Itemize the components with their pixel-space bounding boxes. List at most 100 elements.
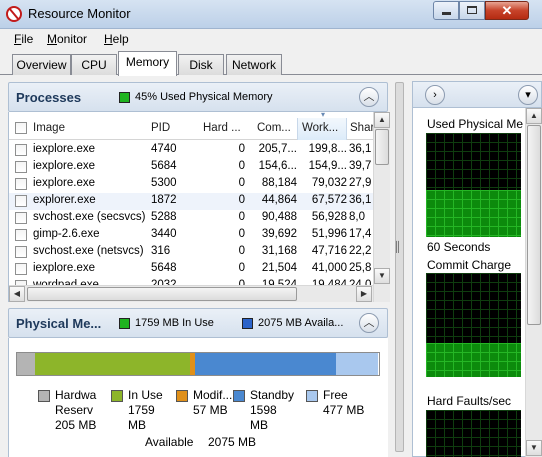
table-row[interactable]: iexplore.exe 5648 0 21,504 41,000 25,8 — [9, 261, 373, 278]
scroll-right-button[interactable]: ▶ — [356, 286, 372, 302]
scroll-thumb[interactable] — [375, 129, 389, 165]
physical-memory-header[interactable]: Physical Me... 1759 MB In Use 2075 MB Av… — [8, 308, 388, 338]
legend-entry: Standby 1598 MB — [250, 388, 304, 433]
graphs-scroll-up-button[interactable]: ▲ — [526, 108, 542, 124]
hard-faults-label: Hard Faults/sec — [427, 394, 512, 408]
row-checkbox[interactable] — [15, 195, 27, 207]
left-panel: Processes 45% Used Physical Memory ︿ Ima… — [8, 82, 390, 457]
commit-charge-fill — [426, 342, 521, 377]
sort-descending-icon: ▾ — [321, 110, 326, 119]
available-row-value: 2075 MB — [208, 435, 257, 449]
graphs-scrollbar[interactable]: ▲ ▼ — [525, 108, 542, 457]
column-working-set[interactable]: Work... — [297, 118, 347, 140]
shareable-cell: 36,1 — [349, 143, 372, 155]
horizontal-scroll-thumb[interactable] — [27, 287, 297, 301]
pid-cell: 3440 — [151, 228, 177, 240]
table-row[interactable]: gimp-2.6.exe 3440 0 39,692 51,996 17,4 — [9, 227, 373, 244]
close-button[interactable]: ✕ — [485, 1, 529, 20]
chevron-down-icon: ▾ — [525, 89, 531, 101]
maximize-button[interactable] — [459, 1, 485, 20]
tab-cpu[interactable]: CPU — [71, 54, 117, 75]
shareable-cell: 22,2 — [349, 245, 372, 257]
column-commit[interactable]: Com... — [257, 122, 297, 134]
image-cell: svchost.exe (netsvcs) — [33, 245, 144, 257]
processes-vertical-scrollbar[interactable]: ▲ ▼ — [373, 112, 390, 302]
minimize-button[interactable] — [433, 1, 459, 20]
collapse-processes-button[interactable]: ︿ — [359, 87, 379, 107]
collapse-physical-memory-button[interactable]: ︿ — [359, 313, 379, 333]
expand-views-button[interactable]: › — [425, 85, 445, 105]
in-use-label: 1759 MB In Use — [135, 317, 214, 329]
working-set-cell: 79,032 — [311, 177, 347, 189]
column-shareable[interactable]: Shar — [350, 122, 373, 134]
commit-charge-graph — [426, 273, 521, 377]
row-checkbox[interactable] — [15, 144, 27, 156]
legend-line: In Use — [128, 388, 163, 402]
table-row[interactable]: iexplore.exe 5300 0 88,184 79,032 27,9 — [9, 176, 373, 193]
tab-disk[interactable]: Disk — [178, 54, 224, 75]
legend-swatch — [306, 390, 318, 402]
memory-bar-segment-hardware-reserved — [17, 353, 35, 375]
row-checkbox[interactable] — [15, 263, 27, 275]
legend-swatch — [233, 390, 245, 402]
shareable-cell: 27,9 — [349, 177, 372, 189]
menu-monitor[interactable]: Monitor — [47, 32, 87, 46]
graphs-scroll-down-button[interactable]: ▼ — [526, 440, 542, 456]
table-row[interactable]: svchost.exe (netsvcs) 316 0 31,168 47,716 22,… — [9, 244, 373, 261]
table-row[interactable]: iexplore.exe 5684 0 154,6... 154,9... 39,7 — [9, 159, 373, 176]
processes-table: Image PID Hard ... Com... Work... Shar ▾… — [8, 110, 390, 302]
column-image[interactable]: Image — [33, 122, 143, 134]
table-header: Image PID Hard ... Com... Work... Shar — [9, 118, 373, 140]
scroll-up-button[interactable]: ▲ — [374, 112, 390, 128]
column-hard-faults[interactable]: Hard ... — [203, 122, 247, 134]
graphs-scroll-thumb[interactable] — [527, 125, 541, 325]
commit-cell: 205,7... — [258, 143, 297, 155]
scroll-down-button[interactable]: ▼ — [374, 268, 390, 284]
title-bar: Resource Monitor ✕ — [0, 0, 542, 29]
hard-faults-cell: 0 — [238, 211, 245, 223]
legend-swatch — [176, 390, 188, 402]
menu-file[interactable]: File — [14, 32, 33, 46]
image-cell: iexplore.exe — [33, 143, 96, 155]
select-all-checkbox[interactable] — [15, 122, 27, 134]
in-use-swatch — [119, 318, 130, 329]
process-rows: iexplore.exe 4740 0 205,7... 199,8... 36,1 iex… — [9, 142, 373, 292]
shareable-cell: 17,4 — [349, 228, 372, 240]
used-physical-memory-graph — [426, 133, 521, 237]
tab-network[interactable]: Network — [226, 54, 282, 75]
working-set-cell: 199,8... — [308, 143, 347, 155]
processes-header[interactable]: Processes 45% Used Physical Memory ︿ — [8, 82, 388, 112]
table-row[interactable]: explorer.exe 1872 0 44,864 67,572 36,1 — [9, 193, 373, 210]
row-checkbox[interactable] — [15, 229, 27, 241]
menu-bar: File Monitor Help — [0, 29, 542, 49]
row-checkbox[interactable] — [15, 178, 27, 190]
graphs-header: › ▾ — [413, 82, 541, 108]
row-checkbox[interactable] — [15, 161, 27, 173]
used-memory-swatch — [119, 92, 130, 103]
commit-charge-label: Commit Charge — [427, 258, 512, 272]
legend-line: 1759 — [128, 403, 155, 417]
processes-horizontal-scrollbar[interactable]: ◀ ▶ — [9, 285, 373, 302]
hard-faults-cell: 0 — [238, 194, 245, 206]
table-row[interactable]: iexplore.exe 4740 0 205,7... 199,8... 36,1 — [9, 142, 373, 159]
memory-usage-bar — [16, 352, 380, 376]
views-menu-button[interactable]: ▾ — [518, 85, 538, 105]
tab-memory[interactable]: Memory — [118, 51, 177, 76]
legend-line: 205 MB — [55, 418, 97, 432]
pid-cell: 5288 — [151, 211, 177, 223]
row-checkbox[interactable] — [15, 246, 27, 258]
available-row-label: Available — [145, 435, 194, 449]
menu-help[interactable]: Help — [104, 32, 129, 46]
tab-overview[interactable]: Overview — [12, 54, 71, 75]
row-checkbox[interactable] — [15, 212, 27, 224]
scroll-left-button[interactable]: ◀ — [9, 286, 25, 302]
panel-splitter[interactable]: ║ — [392, 82, 407, 452]
pid-cell: 1872 — [151, 194, 177, 206]
table-row[interactable]: svchost.exe (secsvcs) 5288 0 90,488 56,928 8,… — [9, 210, 373, 227]
hard-faults-cell: 0 — [238, 160, 245, 172]
splitter-track — [395, 82, 404, 452]
pid-cell: 5300 — [151, 177, 177, 189]
used-memory-label: 45% Used Physical Memory — [135, 91, 273, 103]
column-pid[interactable]: PID — [151, 122, 196, 134]
image-cell: explorer.exe — [33, 194, 96, 206]
